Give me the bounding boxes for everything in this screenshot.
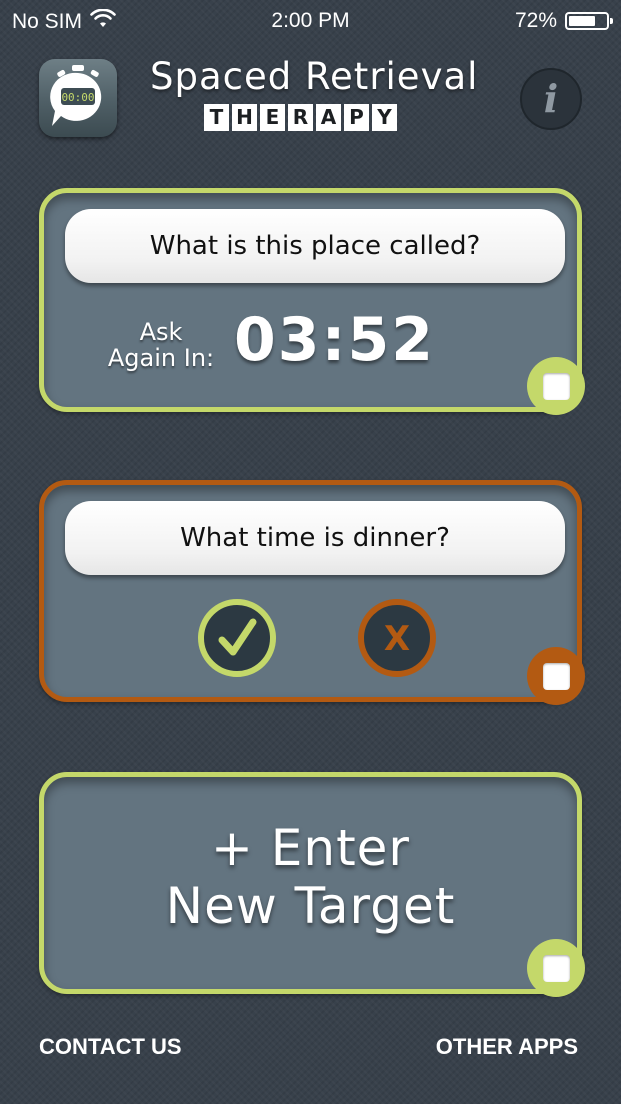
checkbox[interactable] — [543, 663, 570, 690]
enter-new-target-button[interactable]: + Enter New Target — [39, 772, 585, 997]
ask-again-label: Ask Again In: — [101, 319, 221, 371]
status-bar: No SIM 2:00 PM 72% — [0, 0, 621, 42]
app-subtitle: THERAPY — [204, 104, 397, 131]
info-button[interactable]: i — [520, 68, 582, 130]
app-logo: 00:00 — [39, 59, 117, 137]
battery-icon — [565, 12, 613, 30]
enter-new-target-label: + Enter New Target — [44, 819, 577, 935]
other-apps-link[interactable]: OTHER APPS — [436, 1034, 578, 1060]
ask-label-line1: Ask — [139, 318, 183, 346]
checkbox[interactable] — [543, 373, 570, 400]
countdown-timer: 03:52 — [234, 305, 435, 375]
ask-label-line2: Again In: — [107, 344, 215, 372]
question-text: What is this place called? — [65, 209, 565, 283]
subtitle-letter: T — [204, 104, 229, 131]
enter-label-line1: + Enter — [211, 819, 410, 877]
target-card-answer[interactable]: What time is dinner? X — [39, 480, 585, 705]
subtitle-letter: A — [316, 104, 341, 131]
status-right: 72% — [514, 9, 613, 33]
subtitle-letter: E — [260, 104, 285, 131]
battery-fill — [569, 16, 595, 26]
battery-percent: 72% — [514, 9, 557, 32]
battery-nub — [610, 18, 613, 24]
correct-button[interactable] — [198, 599, 276, 677]
subtitle-letter: R — [288, 104, 313, 131]
select-checkbox-corner[interactable] — [527, 647, 585, 705]
checkmark-icon — [218, 618, 257, 656]
stopwatch-icon: 00:00 — [50, 65, 102, 126]
subtitle-letter: P — [344, 104, 369, 131]
x-icon: X — [384, 619, 410, 659]
wrong-button[interactable]: X — [358, 599, 436, 677]
subtitle-letter: H — [232, 104, 257, 131]
select-checkbox-corner[interactable] — [527, 357, 585, 415]
target-card-countdown[interactable]: What is this place called? Ask Again In:… — [39, 188, 585, 415]
enter-label-line2: New Target — [165, 877, 456, 935]
question-text: What time is dinner? — [65, 501, 565, 575]
subtitle-letter: Y — [372, 104, 397, 131]
app-title: Spaced Retrieval — [150, 55, 479, 98]
select-checkbox-corner[interactable] — [527, 939, 585, 997]
svg-text:X: X — [384, 619, 410, 659]
svg-text:00:00: 00:00 — [61, 91, 94, 104]
checkbox[interactable] — [543, 955, 570, 982]
contact-us-link[interactable]: CONTACT US — [39, 1034, 182, 1060]
info-icon: i — [543, 76, 559, 121]
